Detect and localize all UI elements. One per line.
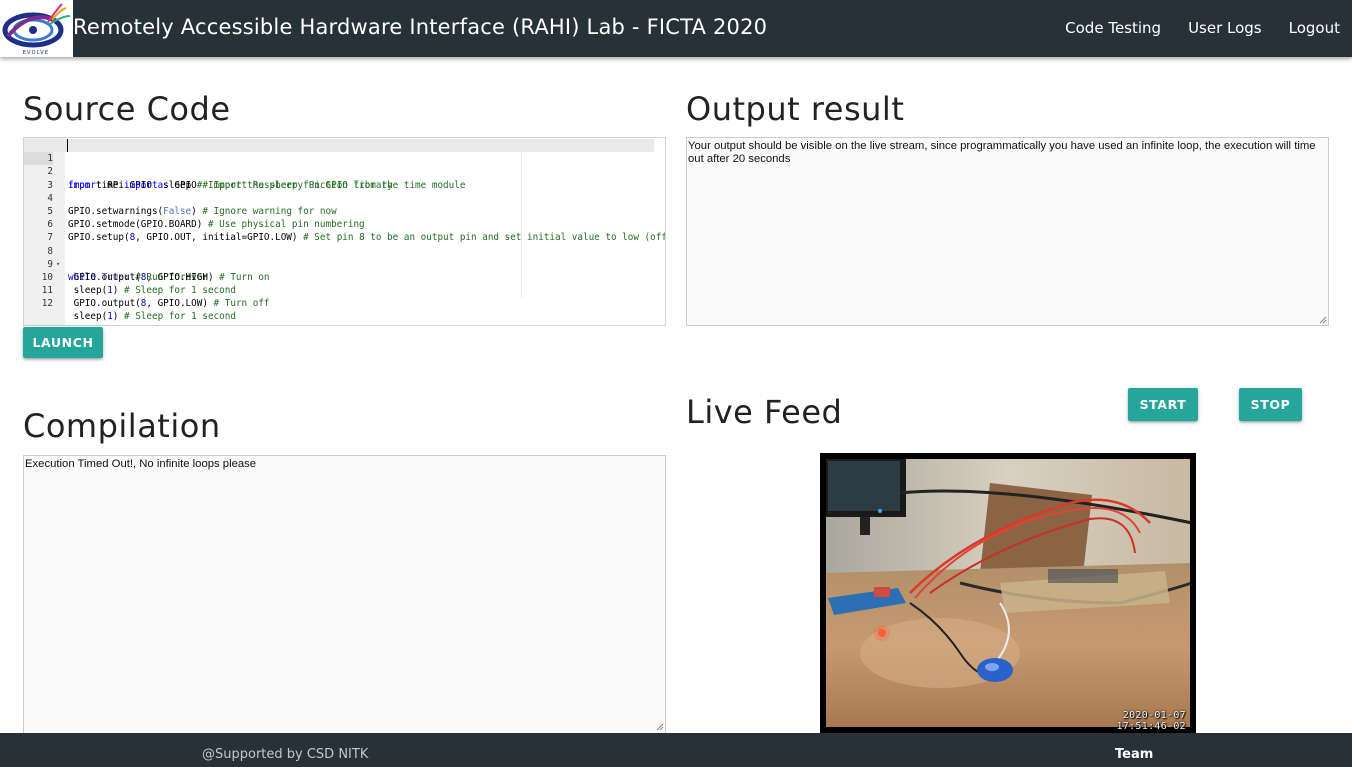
nav-user-logs[interactable]: User Logs — [1175, 0, 1276, 57]
resize-grip-icon[interactable] — [655, 722, 664, 731]
code-line[interactable]: 2 from time import sleep # Import the sl… — [24, 152, 665, 190]
code-line[interactable]: 6 GPIO.setup(8, GPIO.OUT, initial=GPIO.L… — [24, 205, 665, 243]
output-result-heading: Output result — [686, 90, 905, 128]
top-navbar: EVOLVE Remotely Accessible Hardware Inte… — [0, 0, 1352, 57]
code-line[interactable]: 3 — [24, 165, 665, 191]
code-line[interactable]: 12 sleep(1) # Sleep for 1 second — [24, 284, 665, 322]
compilation-textarea[interactable]: Execution Timed Out!, No infinite loops … — [23, 455, 666, 735]
line-number: 12 — [41, 298, 53, 310]
footer-team-link[interactable]: Team — [1115, 747, 1153, 762]
code-line[interactable]: 10 sleep(1) # Sleep for 1 second — [24, 258, 665, 296]
output-result-text: Your output should be visible on the liv… — [688, 140, 1316, 165]
code-line[interactable]: 4 GPIO.setwarnings(False) # Ignore warni… — [24, 179, 665, 217]
code-line[interactable]: 9 GPIO.output(8, GPIO.HIGH) # Turn on — [24, 245, 665, 283]
start-stream-button[interactable]: START — [1128, 388, 1198, 421]
code-line[interactable]: 8 ▾ while True: # Run forever — [24, 231, 665, 283]
app-title: Remotely Accessible Hardware Interface (… — [73, 15, 768, 39]
code-line[interactable]: 1 import RPi.GPIO as GPIO # Import Raspb… — [24, 139, 654, 191]
feed-timestamp-time: 17:51:46-02 — [1116, 721, 1186, 732]
output-result-textarea[interactable]: Your output should be visible on the liv… — [686, 137, 1329, 326]
nav-code-testing[interactable]: Code Testing — [1052, 0, 1175, 57]
top-nav-links: Code Testing User Logs Logout — [1052, 0, 1352, 57]
code-line[interactable]: 7 — [24, 218, 665, 243]
code-lines: 1 import RPi.GPIO as GPIO # Import Raspb… — [24, 139, 665, 322]
code-editor[interactable]: 1 import RPi.GPIO as GPIO # Import Raspb… — [23, 137, 666, 326]
live-feed-frame — [822, 455, 1194, 731]
resize-grip-icon[interactable] — [1318, 315, 1327, 324]
footer-supported-text: @Supported by CSD NITK — [202, 747, 369, 762]
stop-stream-button[interactable]: STOP — [1239, 388, 1302, 421]
code-text: GPIO.output(8, GPIO.LOW) # Turn off — [68, 298, 270, 310]
compilation-heading: Compilation — [23, 407, 221, 445]
live-feed-video[interactable]: 2020-01-07 17:51:46-02 — [820, 453, 1196, 733]
code-line[interactable]: 11 GPIO.output(8, GPIO.LOW) # Turn off — [24, 271, 665, 309]
feed-timestamp-date: 2020-01-07 — [1122, 710, 1186, 721]
source-code-heading: Source Code — [23, 90, 231, 128]
evolve-logo[interactable]: EVOLVE — [0, 0, 73, 57]
live-feed-heading: Live Feed — [686, 393, 843, 431]
nav-logout[interactable]: Logout — [1275, 0, 1352, 57]
compilation-text: Execution Timed Out!, No infinite loops … — [25, 458, 257, 470]
launch-button[interactable]: LAUNCH — [23, 327, 103, 358]
code-text: sleep(1) # Sleep for 1 second — [68, 311, 236, 323]
code-line[interactable]: 5 GPIO.setmode(GPIO.BOARD) # Use physica… — [24, 192, 665, 230]
footer: @Supported by CSD NITK Team — [0, 733, 1352, 767]
text-cursor — [67, 139, 68, 152]
svg-text:EVOLVE: EVOLVE — [23, 50, 49, 56]
